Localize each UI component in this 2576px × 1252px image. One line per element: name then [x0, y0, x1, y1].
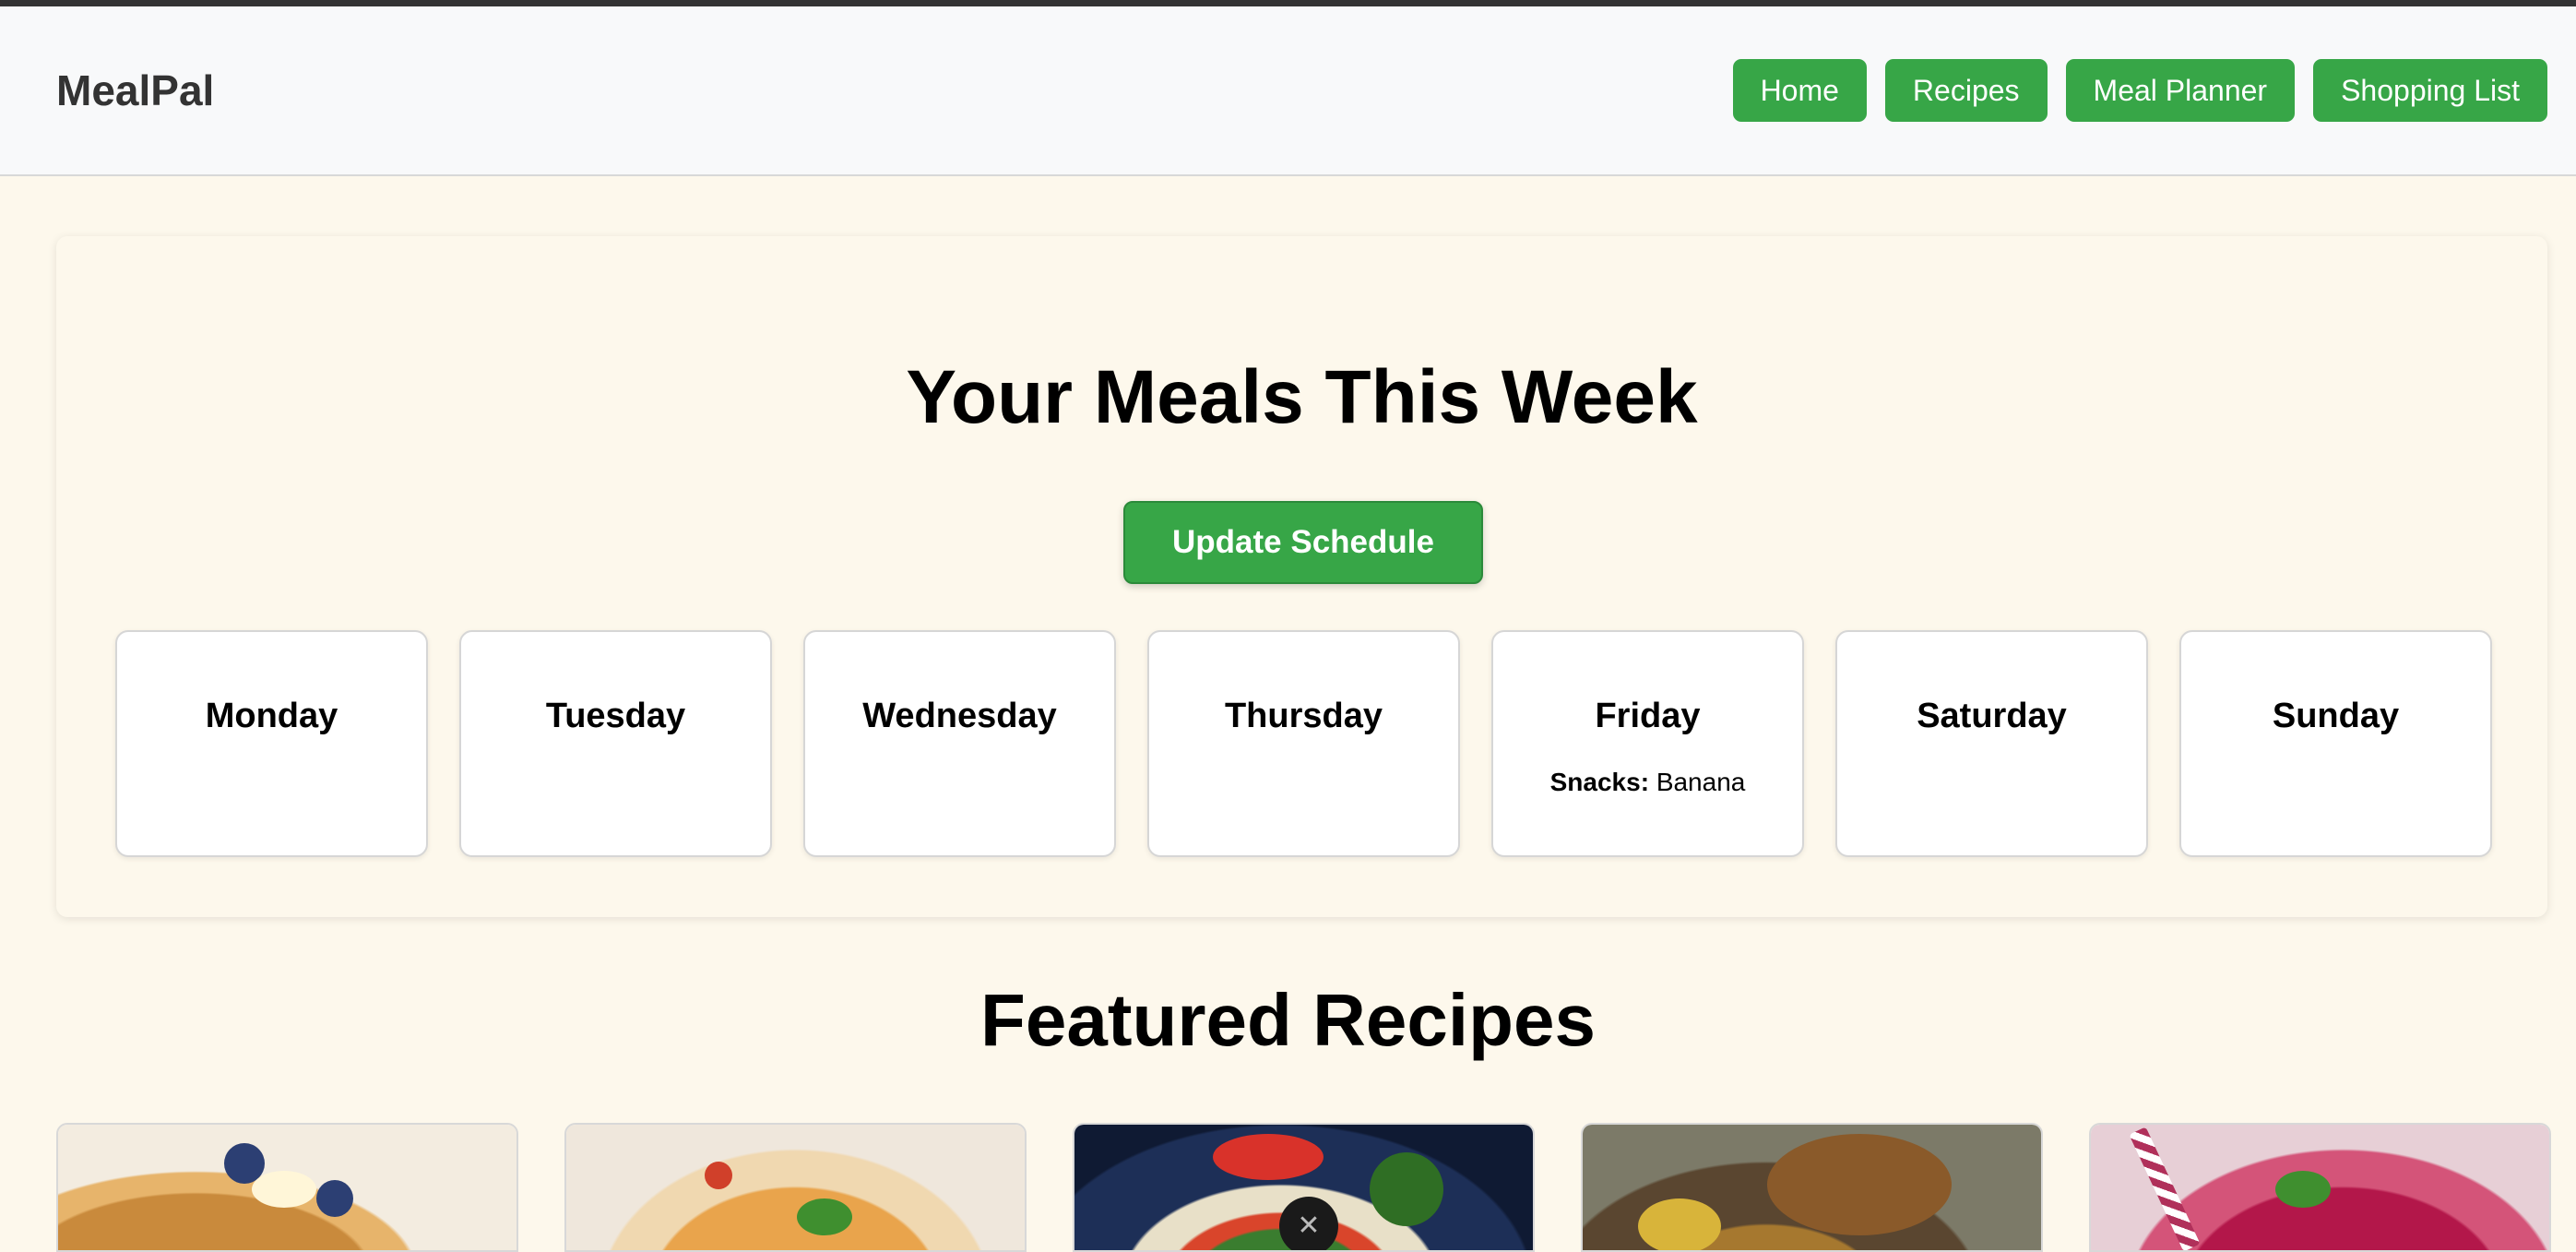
- recipe-image: [1583, 1125, 2041, 1250]
- day-card-thursday[interactable]: Thursday: [1147, 630, 1460, 857]
- day-card-friday[interactable]: Friday Snacks: Banana: [1491, 630, 1804, 857]
- recipe-image: [58, 1125, 516, 1250]
- nav-shopping-list-button[interactable]: Shopping List: [2313, 59, 2547, 122]
- day-name: Tuesday: [545, 697, 686, 735]
- day-name: Wednesday: [862, 697, 1057, 735]
- site-header: MealPal Home Recipes Meal Planner Shoppi…: [0, 6, 2576, 176]
- nav-meal-planner-button[interactable]: Meal Planner: [2065, 59, 2296, 122]
- schedule-title: Your Meals This Week: [906, 355, 1698, 439]
- nav-home-button[interactable]: Home: [1732, 59, 1867, 122]
- recipe-card-spaghetti[interactable]: [564, 1123, 1027, 1252]
- main-nav: Home Recipes Meal Planner Shopping List: [1732, 59, 2547, 122]
- recipe-card-pancakes[interactable]: [56, 1123, 518, 1252]
- day-card-sunday[interactable]: Sunday: [2179, 630, 2492, 857]
- brand-logo[interactable]: MealPal: [56, 66, 214, 115]
- recipe-card-roast-chicken[interactable]: [1581, 1123, 2043, 1252]
- meal-label: Snacks:: [1549, 768, 1650, 796]
- recipe-image: [2091, 1125, 2549, 1250]
- recipe-image: ✕: [1074, 1125, 1533, 1250]
- update-schedule-button[interactable]: Update Schedule: [1123, 501, 1483, 584]
- meal-value: Banana: [1656, 768, 1746, 796]
- featured-recipes-title: Featured Recipes: [980, 979, 1596, 1061]
- day-name: Thursday: [1224, 697, 1383, 735]
- day-card-wednesday[interactable]: Wednesday: [803, 630, 1116, 857]
- meal-entry: Snacks: Banana: [1493, 768, 1802, 797]
- day-card-saturday[interactable]: Saturday: [1835, 630, 2148, 857]
- day-name: Saturday: [1917, 697, 2067, 735]
- day-name: Monday: [205, 697, 338, 735]
- recipe-image: [566, 1125, 1025, 1250]
- nav-recipes-button[interactable]: Recipes: [1884, 59, 2048, 122]
- top-border: [0, 0, 2576, 6]
- recipe-card-smoothie[interactable]: [2089, 1123, 2551, 1252]
- day-name: Sunday: [2272, 697, 2400, 735]
- day-cards: Monday Tuesday Wednesday Thursday Friday…: [115, 630, 2492, 857]
- day-card-tuesday[interactable]: Tuesday: [459, 630, 772, 857]
- day-name: Friday: [1595, 697, 1701, 735]
- featured-recipes-list: ✕: [56, 1123, 2551, 1252]
- close-icon[interactable]: ✕: [1279, 1197, 1338, 1250]
- day-card-monday[interactable]: Monday: [115, 630, 428, 857]
- weekly-schedule-panel: Your Meals This Week Update Schedule Mon…: [56, 236, 2547, 917]
- recipe-card-veggie-bowl[interactable]: ✕: [1073, 1123, 1535, 1252]
